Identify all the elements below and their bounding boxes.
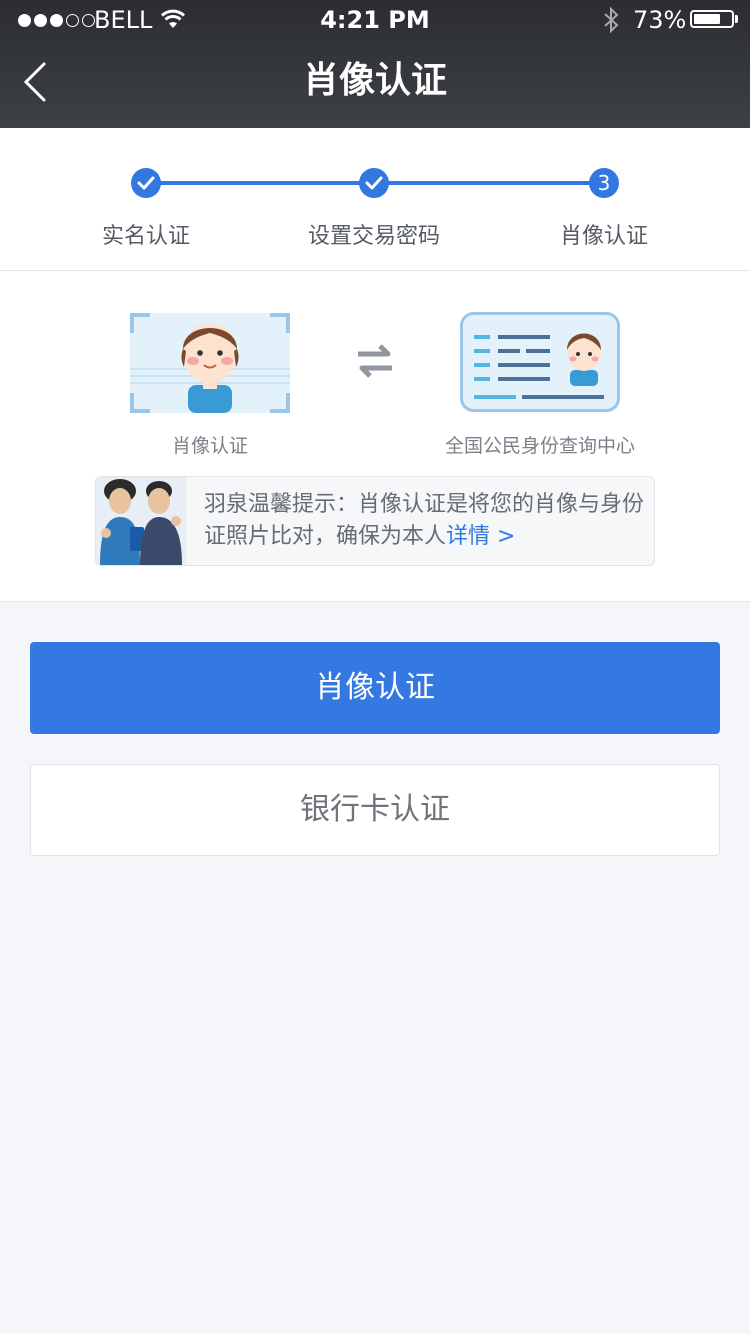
step-2-label: 设置交易密码 [307, 224, 440, 249]
step-3-label: 肖像认证 [559, 224, 648, 249]
comparison-panel: 肖像认证 全国公民身份查询中心 羽泉温馨提示：肖像认证是将您的肖像与身份证照片比… [0, 271, 750, 602]
step-3-number: 3 [589, 168, 619, 198]
step-1-check-icon [131, 168, 161, 198]
id-card-illustration [460, 312, 620, 412]
details-link[interactable]: 详情 > [446, 524, 515, 549]
step-1-label: 实名认证 [101, 224, 190, 249]
swap-arrows-icon [358, 344, 392, 378]
portrait-verify-button[interactable]: 肖像认证 [30, 642, 720, 734]
status-bar: BELL 4:21 PM 73% [0, 0, 750, 40]
step-connector [146, 181, 374, 185]
step-2-check-icon [359, 168, 389, 198]
header: BELL 4:21 PM 73% 肖像认证 [0, 0, 750, 128]
portrait-illustration [130, 313, 290, 413]
portrait-label: 肖像认证 [171, 435, 248, 457]
battery-percent: 73% [633, 6, 687, 34]
step-connector [374, 181, 604, 185]
spokesperson-photo [96, 477, 186, 565]
tip-message: 羽泉温馨提示：肖像认证是将您的肖像与身份证照片比对，确保为本人 [204, 492, 645, 549]
tip-banner: 羽泉温馨提示：肖像认证是将您的肖像与身份证照片比对，确保为本人详情 > [95, 476, 655, 566]
page-title: 肖像认证 [302, 60, 447, 101]
progress-stepper: 3 实名认证 设置交易密码 肖像认证 [0, 128, 750, 271]
bank-card-verify-button[interactable]: 银行卡认证 [30, 764, 720, 856]
id-center-label: 全国公民身份查询中心 [444, 435, 635, 457]
tip-text-block: 羽泉温馨提示：肖像认证是将您的肖像与身份证照片比对，确保为本人详情 > [204, 489, 644, 553]
battery-icon [690, 10, 734, 28]
bluetooth-icon [604, 6, 619, 34]
